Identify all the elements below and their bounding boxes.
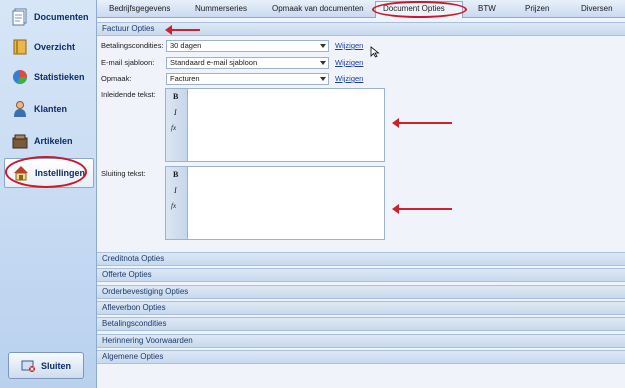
section-herinnering-voorwaarden[interactable]: Herinnering Voorwaarden xyxy=(97,334,625,348)
tab-bar: Bedrijfsgegevens Nummerseries Opmaak van… xyxy=(97,0,625,19)
opmaak-select[interactable]: Facturen xyxy=(166,73,329,85)
main-panel: Factuur Opties Betalingscondities: 30 da… xyxy=(97,18,625,388)
italic-button[interactable]: I xyxy=(174,108,177,117)
annotation-arrow xyxy=(392,118,452,128)
chevron-down-icon xyxy=(320,77,326,81)
pie-chart-icon xyxy=(10,67,30,87)
bold-button[interactable]: B xyxy=(173,170,178,179)
section-algemene-opties[interactable]: Algemene Opties xyxy=(97,350,625,364)
bold-button[interactable]: B xyxy=(173,92,178,101)
wijzigen-link[interactable]: Wijzigen xyxy=(335,74,363,83)
email-sjabloon-select[interactable]: Standaard e-mail sjabloon xyxy=(166,57,329,69)
italic-button[interactable]: I xyxy=(174,186,177,195)
sidebar-item-instellingen[interactable]: Instellingen xyxy=(4,158,94,188)
close-icon xyxy=(21,360,35,372)
sidebar-item-label: Overzicht xyxy=(34,42,76,52)
section-afleverbon-opties[interactable]: Afleverbon Opties xyxy=(97,301,625,315)
section-creditnota-opties[interactable]: Creditnota Opties xyxy=(97,252,625,266)
sidebar-item-label: Statistieken xyxy=(34,72,85,82)
sidebar-item-klanten[interactable]: Klanten xyxy=(4,94,94,124)
sidebar-item-artikelen[interactable]: Artikelen xyxy=(4,126,94,156)
wijzigen-link[interactable]: Wijzigen xyxy=(335,58,363,67)
sidebar-item-overzicht[interactable]: Overzicht xyxy=(4,32,94,62)
select-value: Facturen xyxy=(170,74,200,83)
tab-nummerseries[interactable]: Nummerseries xyxy=(195,4,247,13)
sidebar: Documenten Overzicht Statistieken Klante… xyxy=(0,0,97,388)
tab-diversen[interactable]: Diversen xyxy=(581,4,613,13)
user-icon xyxy=(10,99,30,119)
annotation-arrow xyxy=(165,25,200,35)
sidebar-item-label: Instellingen xyxy=(35,168,86,178)
section-betalingscondities[interactable]: Betalingscondities xyxy=(97,317,625,331)
formula-button[interactable]: fx xyxy=(171,202,176,210)
sluiting-tekst-editor[interactable]: B I fx xyxy=(165,166,385,240)
sidebar-item-statistieken[interactable]: Statistieken xyxy=(4,62,94,92)
articles-icon xyxy=(10,131,30,151)
tab-document-opties[interactable]: Document Opties xyxy=(383,4,445,13)
documents-icon xyxy=(10,7,30,27)
settings-house-icon xyxy=(11,163,31,183)
sidebar-item-documenten[interactable]: Documenten xyxy=(4,2,94,32)
tab-opmaak-van-documenten[interactable]: Opmaak van documenten xyxy=(272,4,364,13)
chevron-down-icon xyxy=(320,44,326,48)
formula-button[interactable]: fx xyxy=(171,124,176,132)
select-value: 30 dagen xyxy=(170,41,202,50)
mouse-cursor-icon xyxy=(370,46,380,58)
opmaak-label: Opmaak: xyxy=(101,74,132,83)
close-button-label: Sluiten xyxy=(41,360,72,371)
tab-bedrijfsgegevens[interactable]: Bedrijfsgegevens xyxy=(109,4,170,13)
inleidende-tekst-editor[interactable]: B I fx xyxy=(165,88,385,162)
close-button[interactable]: Sluiten xyxy=(8,352,84,379)
section-offerte-opties[interactable]: Offerte Opties xyxy=(97,268,625,282)
email-label: E-mail sjabloon: xyxy=(101,58,155,67)
annotation-arrow xyxy=(392,204,452,214)
book-icon xyxy=(10,37,30,57)
section-orderbevestiging-opties[interactable]: Orderbevestiging Opties xyxy=(97,285,625,299)
sluiting-label: Sluiting tekst: xyxy=(101,169,146,178)
tab-btw[interactable]: BTW xyxy=(478,4,496,13)
betaling-label: Betalingscondities: xyxy=(101,41,164,50)
sidebar-item-label: Documenten xyxy=(34,12,89,22)
wijzigen-link[interactable]: Wijzigen xyxy=(335,41,363,50)
select-value: Standaard e-mail sjabloon xyxy=(170,58,258,67)
betalingscondities-select[interactable]: 30 dagen xyxy=(166,40,329,52)
sidebar-item-label: Artikelen xyxy=(34,136,73,146)
chevron-down-icon xyxy=(320,61,326,65)
editor-toolbar: B I fx xyxy=(166,89,188,161)
inleidende-label: Inleidende tekst: xyxy=(101,90,156,99)
editor-toolbar: B I fx xyxy=(166,167,188,239)
sidebar-item-label: Klanten xyxy=(34,104,68,114)
tab-prijzen[interactable]: Prijzen xyxy=(525,4,549,13)
